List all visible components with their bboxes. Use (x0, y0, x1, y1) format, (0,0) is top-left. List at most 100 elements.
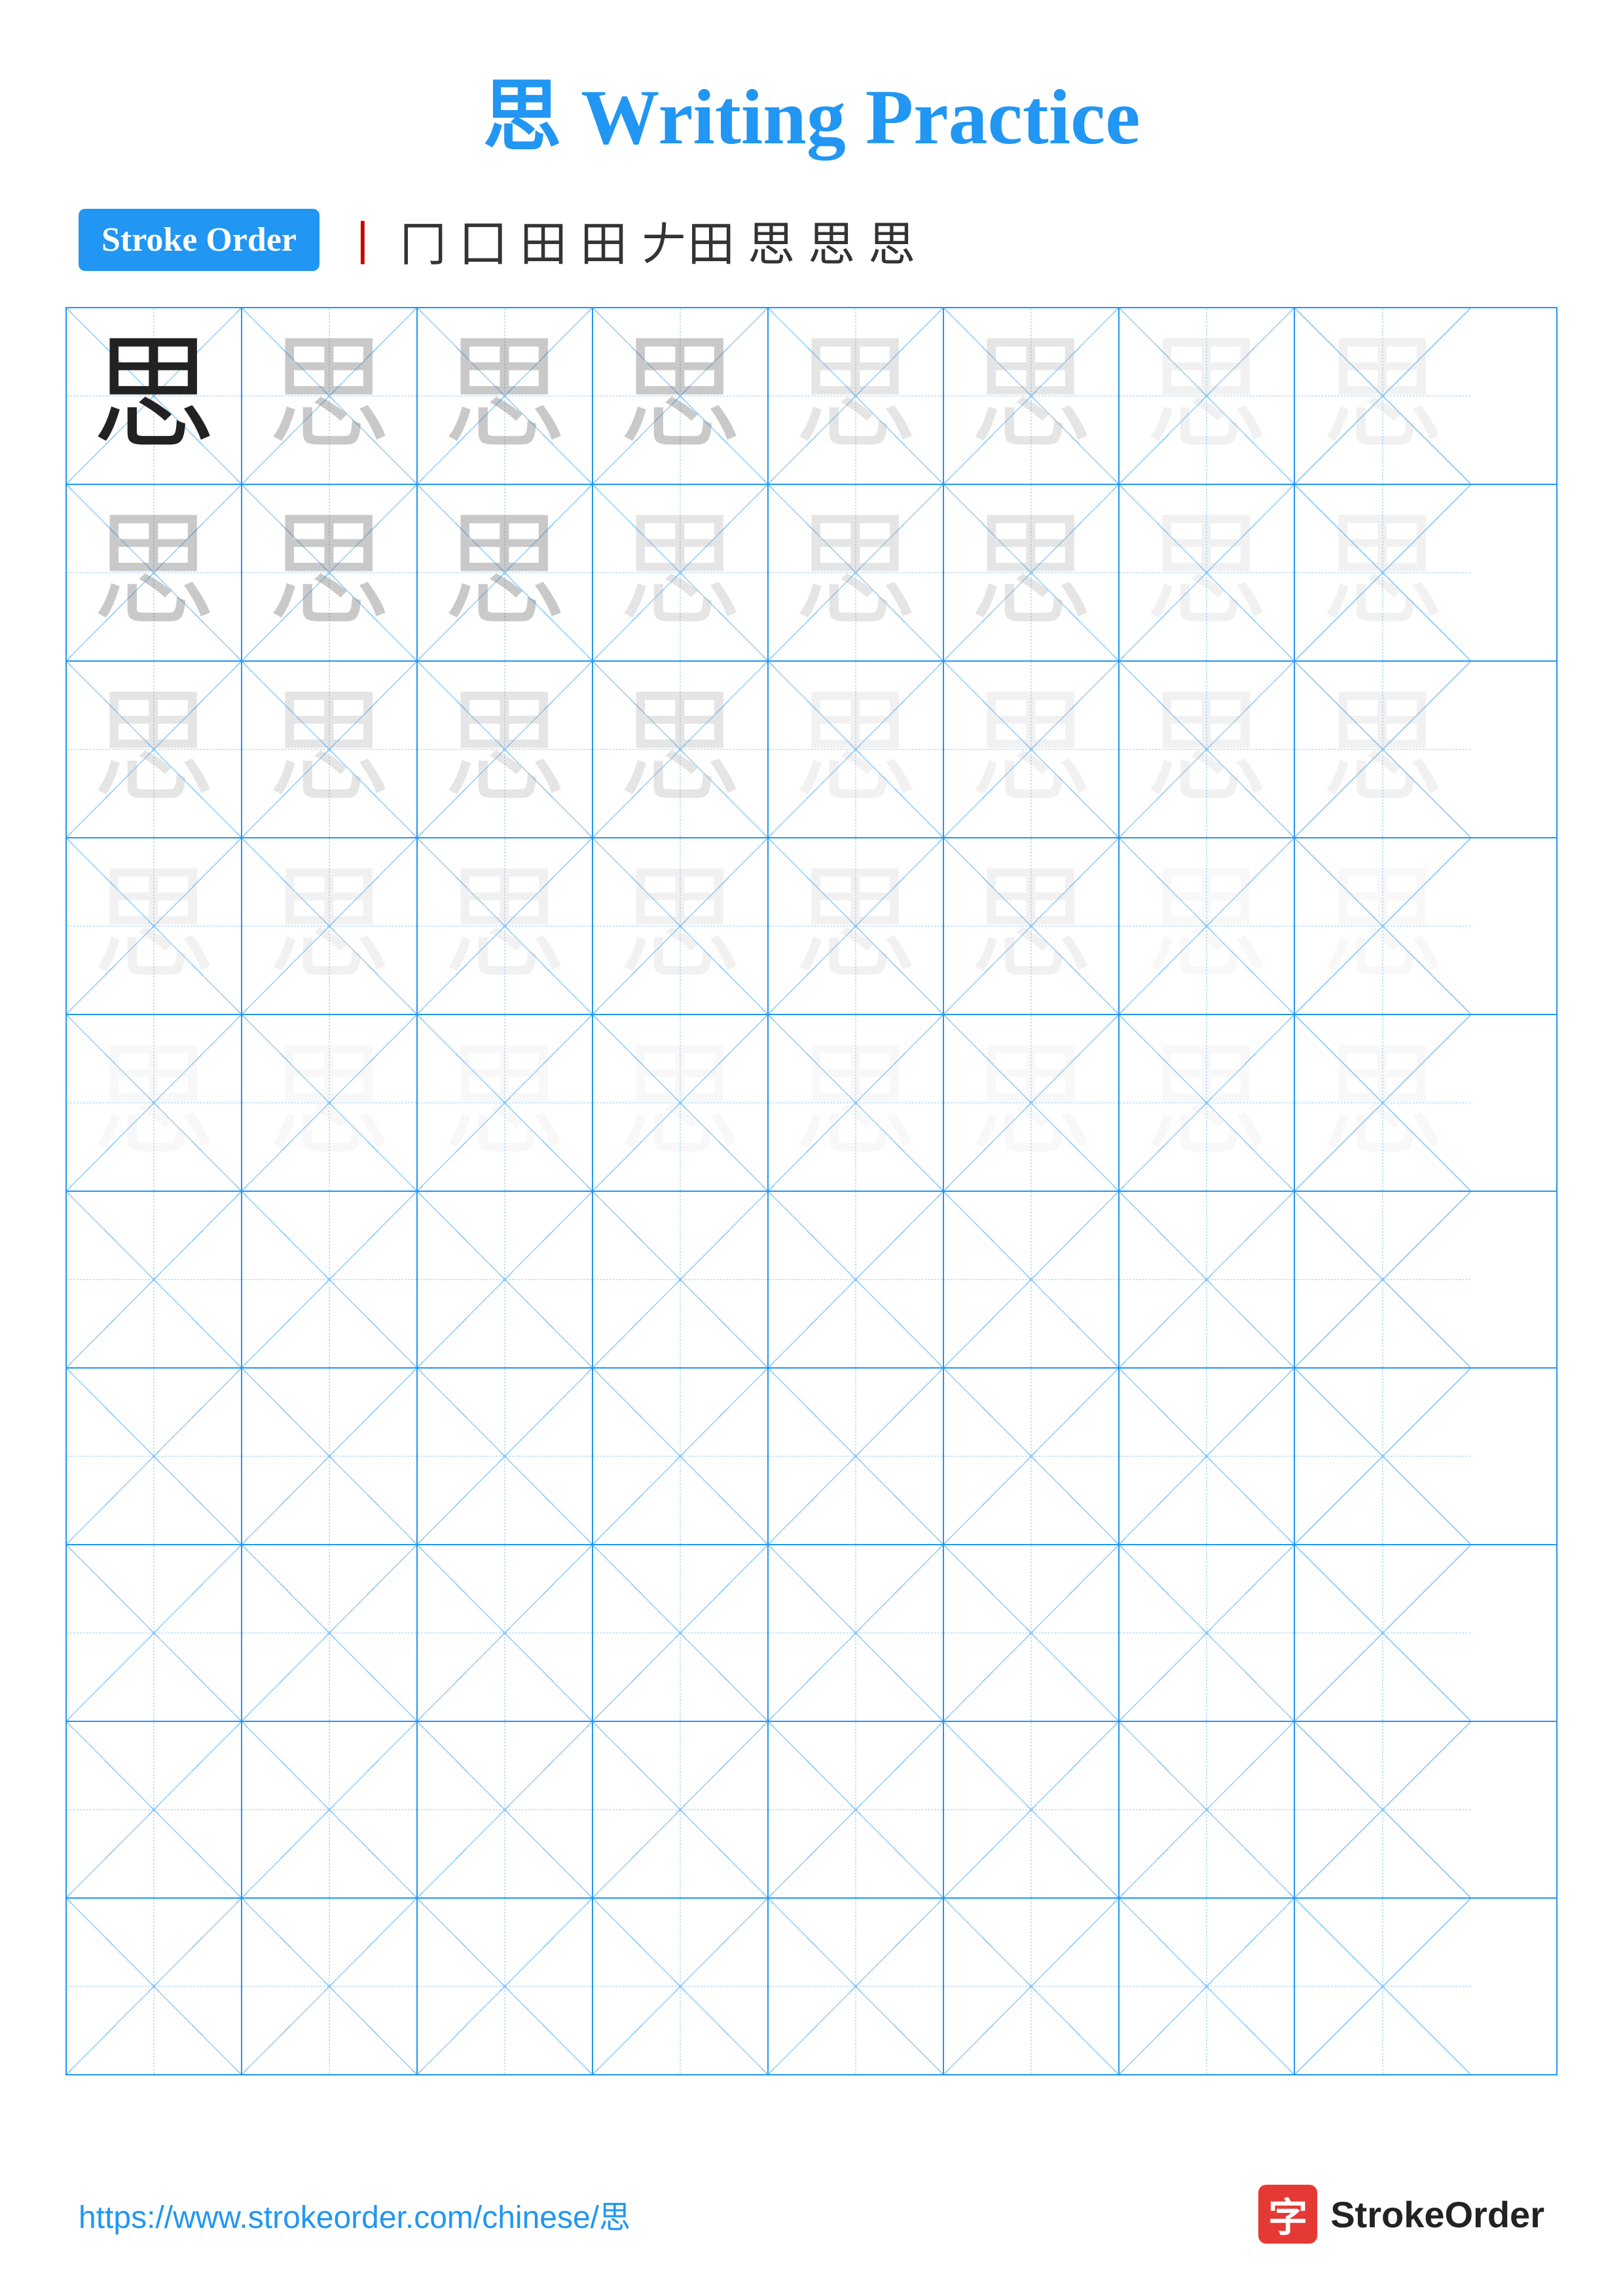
grid-cell[interactable]: 思 (67, 308, 242, 484)
grid-cell[interactable] (593, 1369, 769, 1544)
grid-cell[interactable]: 思 (242, 838, 418, 1014)
grid-cell[interactable] (593, 1899, 769, 2074)
grid-cell[interactable] (944, 1722, 1120, 1897)
grid-cell[interactable]: 思 (769, 1015, 944, 1191)
grid-cell[interactable]: 思 (593, 838, 769, 1014)
grid-cell[interactable] (944, 1899, 1120, 2074)
grid-cell[interactable] (1295, 1899, 1470, 2074)
practice-char: 思 (92, 511, 216, 635)
grid-cell[interactable]: 思 (1120, 838, 1295, 1014)
grid-cell[interactable]: 思 (418, 1015, 593, 1191)
grid-cell[interactable] (1120, 1899, 1295, 2074)
grid-cell[interactable]: 思 (67, 485, 242, 660)
grid-cell[interactable]: 思 (593, 662, 769, 837)
grid-cell[interactable]: 思 (769, 662, 944, 837)
stroke-seq-char-9: 思 (868, 206, 915, 274)
grid-cell[interactable]: 思 (944, 485, 1120, 660)
grid-cell[interactable]: 思 (1295, 838, 1470, 1014)
grid-cell[interactable]: 思 (1120, 1015, 1295, 1191)
grid-cell[interactable]: 思 (67, 838, 242, 1014)
grid-cell[interactable] (242, 1192, 418, 1367)
stroke-seq-char-6: 𠂇田 (640, 206, 735, 274)
grid-cell[interactable]: 思 (67, 662, 242, 837)
practice-char: 思 (443, 511, 567, 635)
grid-cell[interactable] (593, 1722, 769, 1897)
footer: https://www.strokeorder.com/chinese/思 字 … (0, 2185, 1623, 2244)
grid-cell[interactable] (769, 1545, 944, 1721)
grid-cell[interactable]: 思 (242, 308, 418, 484)
grid-cell[interactable]: 思 (944, 1015, 1120, 1191)
practice-char: 思 (443, 334, 567, 458)
grid-cell[interactable] (769, 1192, 944, 1367)
stroke-seq-char-3: 囗 (460, 206, 507, 274)
grid-cell[interactable] (944, 1369, 1120, 1544)
grid-cell[interactable] (418, 1899, 593, 2074)
grid-cell[interactable]: 思 (418, 485, 593, 660)
grid-cell[interactable]: 思 (944, 308, 1120, 484)
grid-cell[interactable]: 思 (593, 308, 769, 484)
grid-cell[interactable] (1120, 1369, 1295, 1544)
grid-cell[interactable] (67, 1369, 242, 1544)
grid-cell[interactable] (242, 1899, 418, 2074)
grid-row: 思 思 思 思 思 思 思 思 (67, 308, 1556, 485)
practice-char: 思 (969, 687, 1093, 812)
grid-cell[interactable]: 思 (242, 485, 418, 660)
practice-char: 思 (92, 687, 216, 812)
grid-cell[interactable] (944, 1545, 1120, 1721)
grid-cell[interactable] (769, 1899, 944, 2074)
grid-cell[interactable] (242, 1369, 418, 1544)
stroke-seq-char-8: 思 (808, 206, 855, 274)
grid-cell[interactable] (769, 1722, 944, 1897)
grid-cell[interactable]: 思 (1295, 485, 1470, 660)
grid-cell[interactable] (418, 1192, 593, 1367)
grid-cell[interactable]: 思 (944, 838, 1120, 1014)
practice-char: 思 (969, 334, 1093, 458)
grid-cell[interactable] (944, 1192, 1120, 1367)
grid-cell[interactable]: 思 (593, 485, 769, 660)
grid-cell[interactable] (67, 1722, 242, 1897)
grid-cell[interactable] (1295, 1369, 1470, 1544)
grid-cell[interactable]: 思 (1120, 662, 1295, 837)
grid-cell[interactable] (418, 1545, 593, 1721)
grid-cell[interactable]: 思 (769, 838, 944, 1014)
grid-cell[interactable] (1295, 1192, 1470, 1367)
grid-cell[interactable]: 思 (944, 662, 1120, 837)
grid-cell[interactable]: 思 (242, 1015, 418, 1191)
grid-cell[interactable]: 思 (593, 1015, 769, 1191)
grid-cell[interactable] (769, 1369, 944, 1544)
grid-cell[interactable]: 思 (67, 1015, 242, 1191)
grid-cell[interactable]: 思 (769, 485, 944, 660)
grid-cell[interactable] (67, 1899, 242, 2074)
grid-cell[interactable] (1120, 1545, 1295, 1721)
practice-char: 思 (92, 1041, 216, 1165)
grid-cell[interactable] (418, 1369, 593, 1544)
grid-cell[interactable]: 思 (1295, 1015, 1470, 1191)
practice-char: 思 (1144, 687, 1269, 812)
grid-cell[interactable] (1120, 1722, 1295, 1897)
grid-cell[interactable]: 思 (418, 308, 593, 484)
grid-cell[interactable] (1120, 1192, 1295, 1367)
grid-cell[interactable] (593, 1545, 769, 1721)
grid-cell[interactable] (418, 1722, 593, 1897)
grid-cell[interactable] (67, 1545, 242, 1721)
practice-char: 思 (1321, 864, 1445, 988)
grid-cell[interactable] (1295, 1722, 1470, 1897)
grid-cell[interactable] (1295, 1545, 1470, 1721)
grid-cell[interactable] (593, 1192, 769, 1367)
grid-cell[interactable]: 思 (1120, 485, 1295, 660)
grid-cell[interactable] (67, 1192, 242, 1367)
grid-cell[interactable]: 思 (242, 662, 418, 837)
practice-char: 思 (1321, 687, 1445, 812)
grid-cell[interactable]: 思 (1295, 308, 1470, 484)
grid-cell[interactable]: 思 (1120, 308, 1295, 484)
grid-cell[interactable]: 思 (1295, 662, 1470, 837)
grid-cell[interactable] (242, 1722, 418, 1897)
grid-row (67, 1192, 1556, 1369)
grid-cell[interactable] (242, 1545, 418, 1721)
grid-cell[interactable]: 思 (418, 662, 593, 837)
footer-url[interactable]: https://www.strokeorder.com/chinese/思 (79, 2191, 630, 2237)
grid-cell[interactable]: 思 (769, 308, 944, 484)
practice-char: 思 (1321, 1041, 1445, 1165)
practice-char: 思 (267, 334, 392, 458)
grid-cell[interactable]: 思 (418, 838, 593, 1014)
